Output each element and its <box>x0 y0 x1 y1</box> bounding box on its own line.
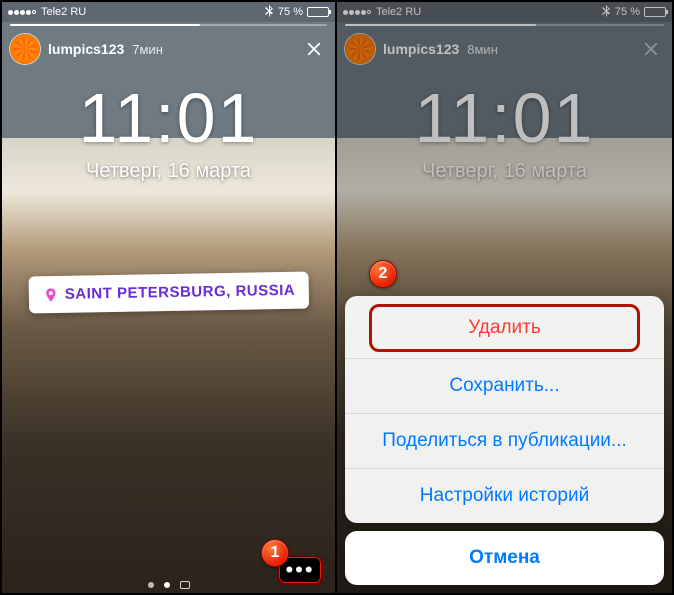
username-label[interactable]: lumpics123 <box>48 41 124 57</box>
pin-icon <box>42 286 58 302</box>
sheet-cancel[interactable]: Отмена <box>345 531 664 585</box>
action-sheet: Удалить Сохранить... Поделиться в публик… <box>345 296 664 585</box>
time-ago-label: 7мин <box>132 42 163 57</box>
step-badge-1: 1 <box>261 539 289 567</box>
sheet-settings[interactable]: Настройки историй <box>345 468 664 523</box>
battery-icon <box>307 7 329 17</box>
sheet-share[interactable]: Поделиться в публикации... <box>345 413 664 468</box>
status-bar: Tele2 RU 75 % <box>2 2 335 22</box>
step-badge-2: 2 <box>369 260 397 288</box>
phone-left: Tele2 RU 75 % lumpics123 7мин 11:01 Четв… <box>2 2 337 593</box>
carrier-label: Tele2 RU <box>41 6 86 18</box>
signal-dots <box>8 10 36 15</box>
avatar[interactable] <box>10 34 40 64</box>
lock-time: 11:01 <box>2 78 335 158</box>
location-sticker[interactable]: SAINT PETERSBURG, RUSSIA <box>28 272 309 314</box>
lock-date: Четверг, 16 марта <box>2 160 335 183</box>
battery-pct: 75 % <box>278 6 303 18</box>
sheet-delete[interactable]: Удалить <box>372 307 637 349</box>
action-sheet-card: Удалить Сохранить... Поделиться в публик… <box>345 296 664 523</box>
delete-highlight: Удалить <box>369 304 640 352</box>
location-text: SAINT PETERSBURG, RUSSIA <box>64 282 295 303</box>
phone-right: Tele2 RU 75 % lumpics123 8мин 11:01 Четв… <box>337 2 672 593</box>
story-header: lumpics123 7мин <box>2 22 335 70</box>
close-icon[interactable] <box>301 36 327 62</box>
sheet-save[interactable]: Сохранить... <box>345 358 664 413</box>
bluetooth-icon <box>265 5 274 20</box>
